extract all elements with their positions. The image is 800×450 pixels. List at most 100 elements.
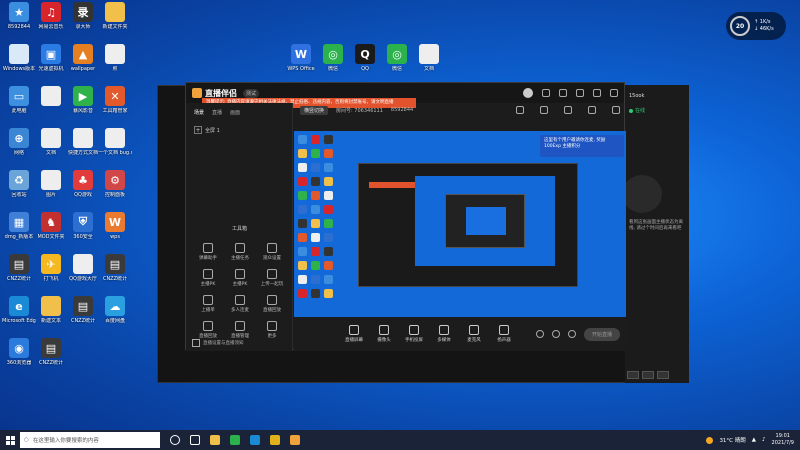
desktop-icon-label: 文档 <box>423 66 434 72</box>
tool-item-2[interactable]: 观众设置 <box>256 243 288 261</box>
top-desktop-icon-2[interactable]: Q QQ <box>348 44 382 82</box>
desktop-icon-26[interactable]: QQ游戏大厅 <box>66 254 100 292</box>
tool-item-9[interactable]: 直播回放 <box>192 321 224 339</box>
desktop-icon-21[interactable]: ♞ MOD文件夹 <box>34 212 68 250</box>
desktop-icon-27[interactable]: ▤ CNZZ统计 <box>98 254 132 292</box>
invite-popup[interactable]: 这里有个用户邀请你连麦, 奖励100Exp 主播积分 <box>540 135 624 157</box>
camera-small-icon[interactable] <box>535 330 544 338</box>
start-live-button[interactable]: 开始直播 <box>583 327 620 341</box>
tab-scene[interactable]: 场景 <box>194 109 204 116</box>
source-button-5[interactable]: 扬声器 <box>490 325 518 343</box>
desktop-icon-22[interactable]: ⛨ 360安全 <box>66 212 100 250</box>
desktop-icon-9[interactable] <box>34 86 68 124</box>
expand-icon[interactable] <box>612 106 620 114</box>
browser-task-icon[interactable] <box>250 435 260 445</box>
message-icon[interactable] <box>542 89 550 97</box>
close-icon[interactable] <box>610 89 618 97</box>
control-3-icon[interactable] <box>657 371 669 379</box>
file-explorer-icon[interactable] <box>210 435 220 445</box>
gear-icon[interactable] <box>588 106 596 114</box>
top-desktop-icon-1[interactable]: ◎ 微信 <box>316 44 350 82</box>
minimize-icon[interactable] <box>593 89 601 97</box>
desktop-icon-11[interactable]: ✕ 工具箱管家 <box>98 86 132 124</box>
desktop-icon-15[interactable]: 一个文档 bug.docx <box>98 128 132 166</box>
preview-mini-icon <box>324 135 333 144</box>
network-speed-widget[interactable]: 20 ↑ 1K/s ↓ 46K/s <box>726 12 786 40</box>
desktop-icon-16[interactable]: ♻ 回收站 <box>2 170 36 208</box>
record-icon[interactable] <box>551 330 560 338</box>
desktop-icon-5[interactable]: ▣ 光速虚拟机 <box>34 44 68 82</box>
lock-icon[interactable] <box>516 106 524 114</box>
desktop-icon-10[interactable]: ▶ 暴风影音 <box>66 86 100 124</box>
desktop-icon-25[interactable]: ✈ 打飞机 <box>34 254 68 292</box>
desktop-icon-29[interactable]: 新建文本 <box>34 296 68 334</box>
tab-live[interactable]: 直播 <box>212 109 222 116</box>
scene-row[interactable]: + 全屏 1 <box>186 122 292 138</box>
desktop-icon-13[interactable]: 文档 <box>34 128 68 166</box>
desktop-icon-7[interactable]: 照 <box>98 44 132 82</box>
desktop-icon-6[interactable]: ▲ wallpaper <box>66 44 100 82</box>
top-desktop-icon-4[interactable]: 文档 <box>412 44 446 82</box>
live-settings-link[interactable]: 直播设置与直播须知 <box>192 339 244 347</box>
desktop-icon-33[interactable]: ▤ CNZZ统计 <box>34 338 68 376</box>
live-companion-task-icon[interactable] <box>290 435 300 445</box>
settings-small-icon[interactable] <box>567 330 576 338</box>
top-desktop-icon-3[interactable]: ◎ 微信 <box>380 44 414 82</box>
desktop-icon-24[interactable]: ▤ CNZZ统计 <box>2 254 36 292</box>
source-button-2[interactable]: 手机投屏 <box>400 325 428 343</box>
tab-screen[interactable]: 画面 <box>230 109 240 116</box>
desktop-icon-8[interactable]: ▭ 此电脑 <box>2 86 36 124</box>
desktop-icon-12[interactable]: ⊕ 网络 <box>2 128 36 166</box>
search-box[interactable]: ○ 在这里输入你要搜索的内容 <box>20 432 160 448</box>
desktop-icon-18[interactable]: ♣ QQ游戏 <box>66 170 100 208</box>
desktop-icon-1[interactable]: ♫ 网易云音乐 <box>34 2 68 40</box>
cortana-icon[interactable] <box>170 435 180 445</box>
tool-item-10[interactable]: 直播管理 <box>224 321 256 339</box>
desktop-icon-3[interactable]: 新建文件夹 <box>98 2 132 40</box>
weather-text[interactable]: 31°C 晴朗 <box>719 436 745 444</box>
source-button-3[interactable]: 多媒体 <box>430 325 458 343</box>
tool-item-0[interactable]: 弹幕助手 <box>192 243 224 261</box>
task-view-icon[interactable] <box>190 435 200 445</box>
desktop-icon-23[interactable]: Wwps <box>98 212 132 250</box>
settings-icon[interactable] <box>559 89 567 97</box>
top-desktop-icon-0[interactable]: W WPS Office <box>284 44 318 82</box>
menu-icon[interactable] <box>576 89 584 97</box>
desktop-icon-17[interactable]: 图片 <box>34 170 68 208</box>
share2-icon[interactable] <box>564 106 572 114</box>
start-button[interactable] <box>0 430 20 450</box>
tool-item-5[interactable]: 上传一起玩 <box>256 269 288 287</box>
source-button-4[interactable]: 麦克风 <box>460 325 488 343</box>
tool-item-1[interactable]: 主播任务 <box>224 243 256 261</box>
share-icon[interactable] <box>540 106 548 114</box>
desktop-icon-32[interactable]: ◉ 360浏览器 <box>2 338 36 376</box>
orientation-toggle-button[interactable]: 横竖切换 <box>300 105 329 115</box>
control-1-icon[interactable] <box>627 371 639 379</box>
volume-icon[interactable]: ♪ <box>762 437 766 443</box>
add-scene-icon[interactable]: + <box>194 126 202 134</box>
desktop-icon-2[interactable]: 录录大师 <box>66 2 100 40</box>
network-icon[interactable]: ▲ <box>752 437 756 443</box>
desktop-icon-4[interactable]: Windows版本 <box>2 44 36 82</box>
tool-item-8[interactable]: 直播回放 <box>256 295 288 313</box>
tool-item-6[interactable]: 上播单 <box>192 295 224 313</box>
app-task-icon[interactable] <box>270 435 280 445</box>
desktop-icon-19[interactable]: ⚙ 控制面板 <box>98 170 132 208</box>
tool-item-7[interactable]: 多人连麦 <box>224 295 256 313</box>
tool-item-4[interactable]: 主播PK <box>224 269 256 287</box>
control-2-icon[interactable] <box>642 371 654 379</box>
desktop-icon-0[interactable]: ★ 8592844 <box>2 2 36 40</box>
avatar[interactable] <box>523 88 533 98</box>
desktop-icon-31[interactable]: ☁ 百度网盘 <box>98 296 132 334</box>
wechat-task-icon[interactable] <box>230 435 240 445</box>
tool-item-11[interactable]: 更多 <box>256 321 288 339</box>
desktop-icon-14[interactable]: 快捷方式文档 <box>66 128 100 166</box>
source-button-1[interactable]: 摄像头 <box>370 325 398 343</box>
tool-item-3[interactable]: 主播PK <box>192 269 224 287</box>
clock[interactable]: 19:01 2021/7/9 <box>772 433 794 447</box>
desktop-icon-20[interactable]: ▦ dmg_新版本 <box>2 212 36 250</box>
desktop-icon-28[interactable]: e Microsoft Edge <box>2 296 36 334</box>
stream-preview[interactable]: 这里有个用户邀请你连麦, 奖励100Exp 主播积分 <box>294 131 626 317</box>
desktop-icon-30[interactable]: ▤ CNZZ统计 <box>66 296 100 334</box>
source-button-0[interactable]: 直播屏幕 <box>340 325 368 343</box>
